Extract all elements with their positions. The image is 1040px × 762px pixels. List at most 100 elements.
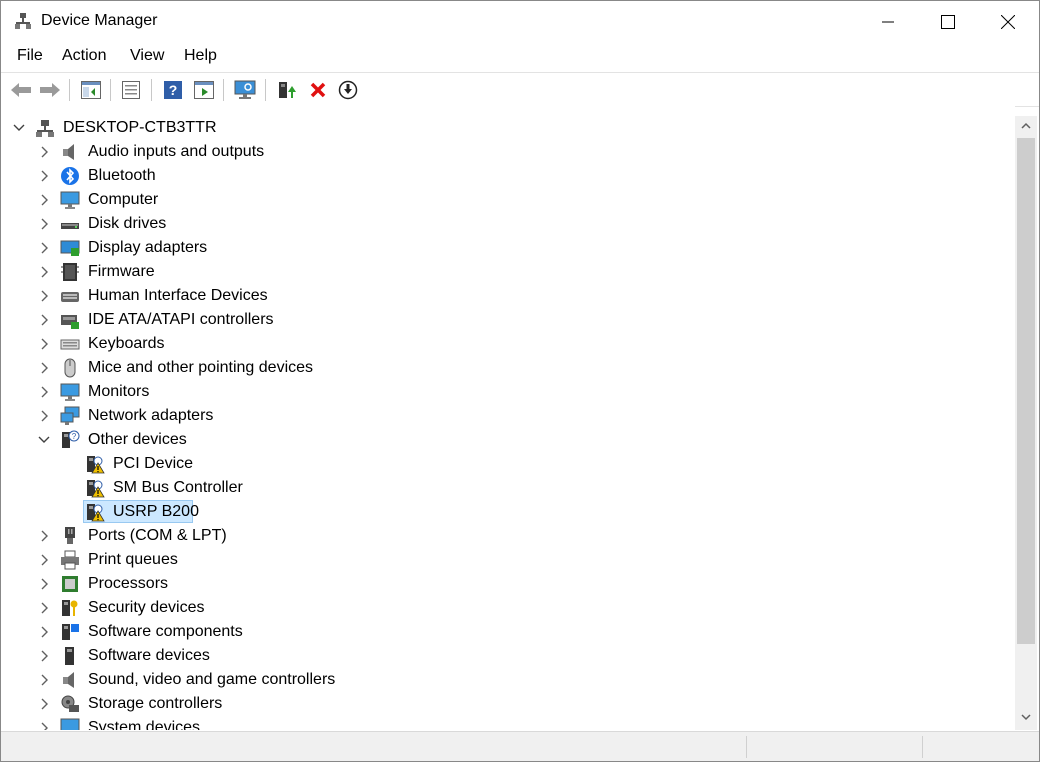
tree-category[interactable]: Ports (COM & LPT) [1,524,1001,548]
chevron-right-icon[interactable] [36,288,52,304]
warning-device-icon [85,502,105,522]
tree-category[interactable]: Bluetooth [1,164,1001,188]
tree-device[interactable]: SM Bus Controller [1,476,1001,500]
back-button[interactable] [9,78,33,102]
forward-button[interactable] [38,78,62,102]
uninstall-device-button[interactable] [306,78,330,102]
chevron-right-icon[interactable] [36,240,52,256]
chevron-right-icon[interactable] [36,360,52,376]
display-adapter-icon [60,238,80,258]
chevron-right-icon[interactable] [36,192,52,208]
chip-icon [60,262,80,282]
chevron-down-icon[interactable] [11,120,27,136]
tree-category[interactable]: Computer [1,188,1001,212]
toolbar-separator [151,79,152,101]
tree-category[interactable]: IDE ATA/ATAPI controllers [1,308,1001,332]
scroll-down-button[interactable] [1015,707,1037,727]
tree-category[interactable]: Firmware [1,260,1001,284]
tree-category[interactable]: Security devices [1,596,1001,620]
speaker-icon [60,670,80,690]
menu-file[interactable]: File [15,47,45,65]
tree-device[interactable]: USRP B200 [1,500,1001,524]
menu-help[interactable]: Help [182,47,219,65]
status-bar [1,731,1039,761]
tree-category[interactable]: Processors [1,572,1001,596]
tree-category[interactable]: Storage controllers [1,692,1001,716]
tree-item-label: Storage controllers [88,695,223,712]
tree-item-label: Software devices [88,647,210,664]
show-hide-tree-button[interactable] [79,78,103,102]
scroll-up-button[interactable] [1015,116,1037,136]
toolbar-separator [69,79,70,101]
download-driver-button[interactable] [336,78,360,102]
chevron-right-icon[interactable] [36,408,52,424]
keyboard-icon [60,334,80,354]
chevron-right-icon[interactable] [36,216,52,232]
tree-category[interactable]: System devices [1,716,1001,730]
tree-category[interactable]: Software components [1,620,1001,644]
title-bar[interactable]: Device Manager [1,1,1039,43]
chevron-right-icon[interactable] [36,144,52,160]
tree-category[interactable]: ? Other devices [1,428,1001,452]
tree-item-label: Print queues [88,551,178,568]
chevron-right-icon[interactable] [36,672,52,688]
chevron-right-icon[interactable] [36,528,52,544]
toolbar-separator [223,79,224,101]
download-driver-icon [338,80,358,100]
tree-category[interactable]: Display adapters [1,236,1001,260]
tree-item-label: Firmware [88,263,155,280]
status-separator [922,736,923,758]
tree-category[interactable]: Mice and other pointing devices [1,356,1001,380]
scrollbar-thumb[interactable] [1017,138,1035,644]
device-tree[interactable]: DESKTOP-CTB3TTR Audio inputs and outputs B… [1,106,1015,730]
tree-item-label: SM Bus Controller [113,479,243,496]
tree-category[interactable]: Keyboards [1,332,1001,356]
tree-category[interactable]: Monitors [1,380,1001,404]
menu-action[interactable]: Action [60,47,108,65]
tree-category[interactable]: Audio inputs and outputs [1,140,1001,164]
chevron-right-icon[interactable] [36,600,52,616]
scan-hardware-button[interactable] [233,78,257,102]
chevron-right-icon[interactable] [36,696,52,712]
tree-category[interactable]: Software devices [1,644,1001,668]
chevron-right-icon[interactable] [36,552,52,568]
chevron-down-icon[interactable] [36,432,52,448]
update-driver-button[interactable] [275,78,299,102]
maximize-icon [941,15,955,29]
chevron-right-icon[interactable] [36,336,52,352]
system-device-icon [60,718,80,730]
help-button[interactable]: ? [161,78,185,102]
properties-button[interactable] [119,78,143,102]
software-device-icon [60,646,80,666]
update-driver-icon [279,82,296,98]
tree-category[interactable]: Network adapters [1,404,1001,428]
tree-category[interactable]: Print queues [1,548,1001,572]
tree-item-label: System devices [88,719,201,730]
minimize-button[interactable] [858,1,918,43]
chevron-right-icon[interactable] [36,624,52,640]
tree-category[interactable]: Human Interface Devices [1,284,1001,308]
maximize-button[interactable] [918,1,978,43]
chevron-right-icon[interactable] [36,648,52,664]
tree-device[interactable]: PCI Device [1,452,1001,476]
chevron-right-icon[interactable] [36,720,52,730]
tree-item-label: Network adapters [88,407,214,424]
svg-text:?: ? [72,432,77,441]
tree-item-label: DESKTOP-CTB3TTR [63,119,217,136]
chevron-right-icon[interactable] [36,168,52,184]
chevron-right-icon[interactable] [36,312,52,328]
computer-network-icon [35,118,55,138]
tree-category[interactable]: Disk drives [1,212,1001,236]
ide-controller-icon [60,310,80,330]
unknown-device-icon: ? [60,430,80,450]
chevron-right-icon[interactable] [36,264,52,280]
toolbar-separator [110,79,111,101]
chevron-right-icon[interactable] [36,384,52,400]
run-action-button[interactable] [192,78,216,102]
close-button[interactable] [978,1,1038,43]
chevron-right-icon[interactable] [36,576,52,592]
tree-category[interactable]: Sound, video and game controllers [1,668,1001,692]
menu-view[interactable]: View [128,47,166,65]
scan-hardware-changes-icon [234,80,256,99]
tree-root[interactable]: DESKTOP-CTB3TTR [1,116,1001,140]
